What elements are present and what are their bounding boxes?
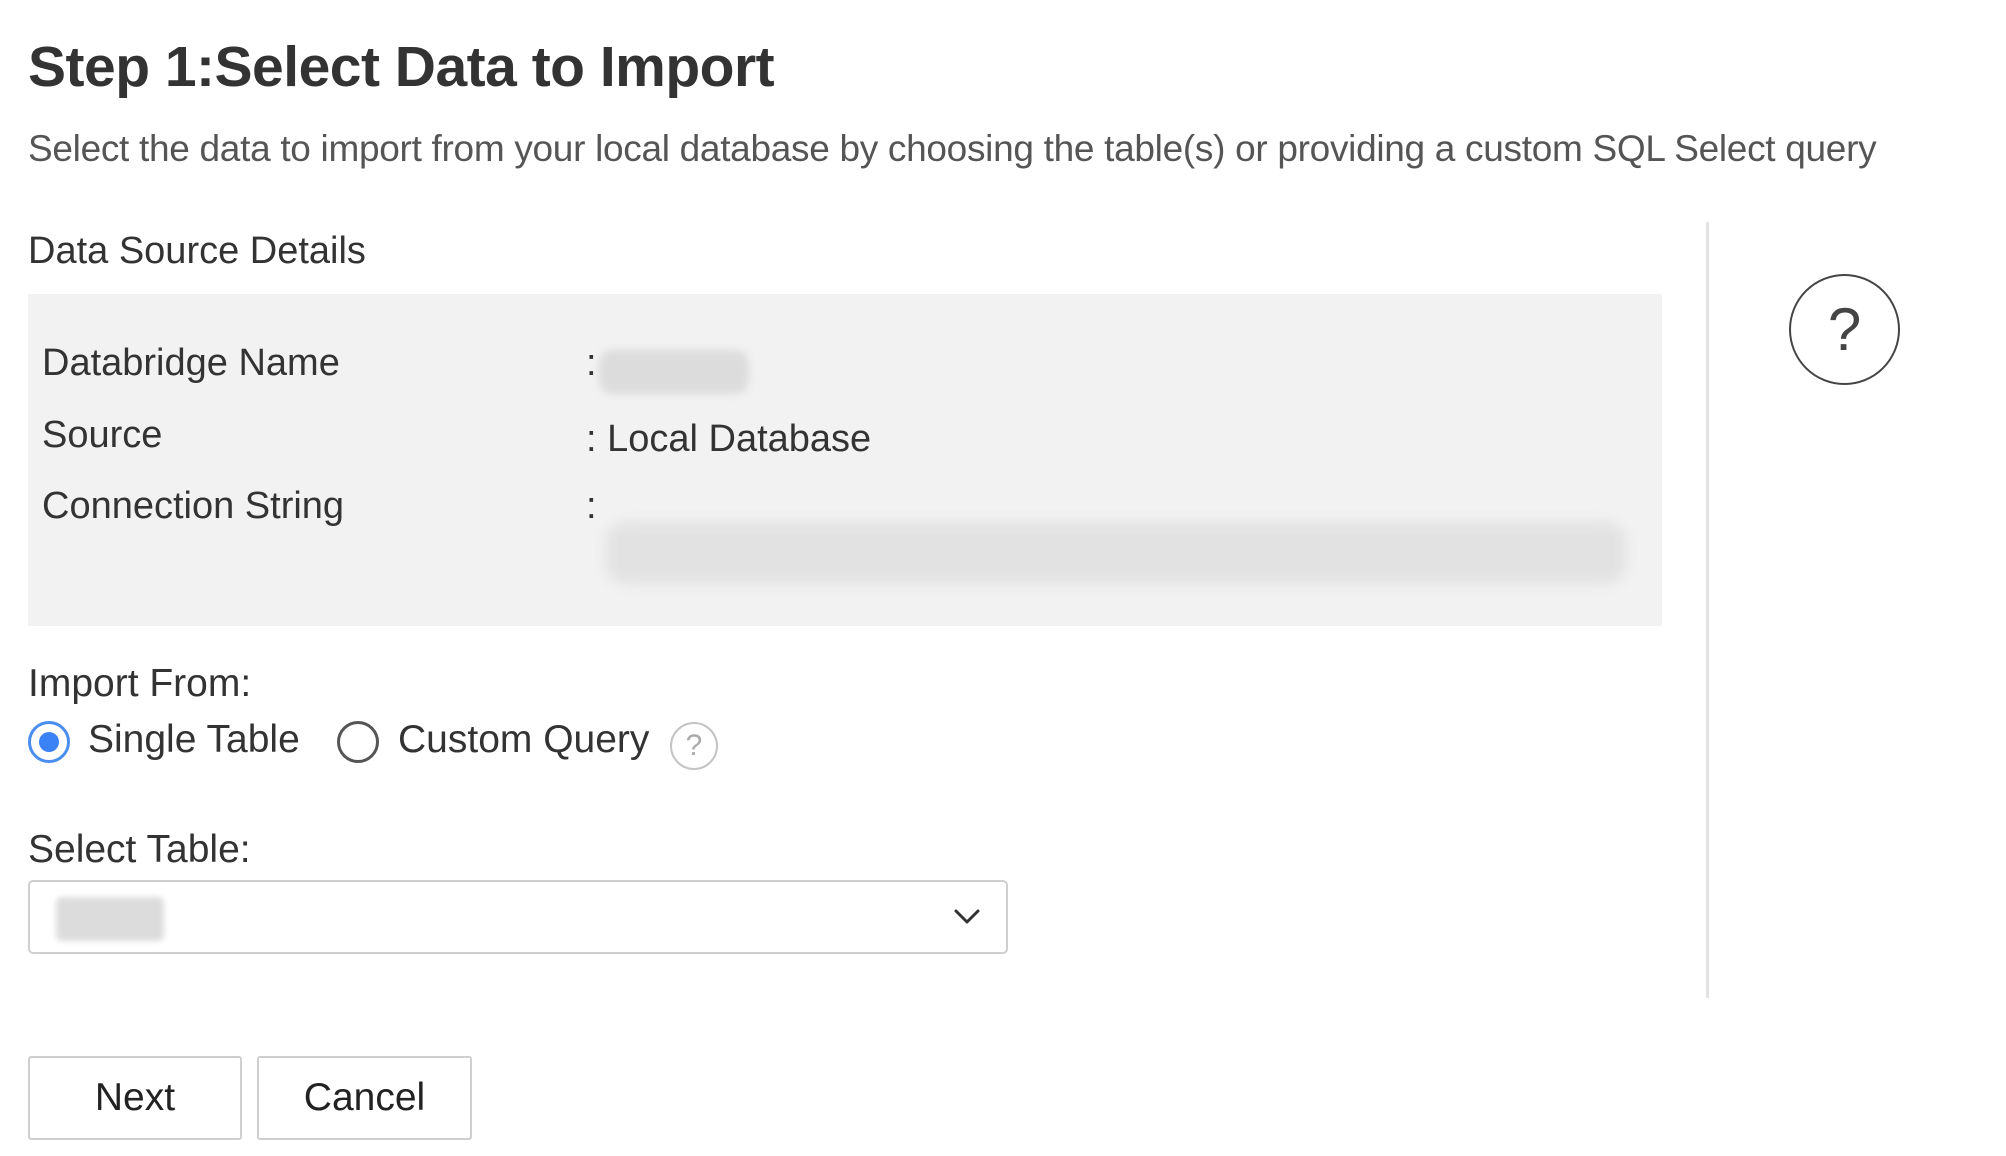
databridge-name-label: Databridge Name	[42, 342, 340, 384]
source-value: : Local Database	[586, 418, 872, 460]
vertical-divider	[1706, 222, 1709, 998]
select-table-label: Select Table:	[28, 828, 251, 871]
page-subtitle: Select the data to import from your loca…	[28, 128, 1877, 169]
next-button[interactable]: Next	[28, 1056, 242, 1140]
source-label: Source	[42, 414, 163, 456]
single-table-label[interactable]: Single Table	[88, 718, 300, 762]
connection-string-label: Connection String	[42, 485, 345, 527]
select-table-dropdown[interactable]	[28, 880, 1008, 954]
databridge-name-colon: :	[586, 342, 597, 384]
single-table-radio[interactable]	[28, 721, 70, 763]
custom-query-label[interactable]: Custom Query	[398, 718, 649, 762]
cancel-button[interactable]: Cancel	[257, 1056, 472, 1140]
import-from-label: Import From:	[28, 662, 252, 705]
details-row-source: Source : Local Database	[28, 414, 1662, 474]
page-title: Step 1:Select Data to Import	[28, 35, 775, 99]
custom-query-radio[interactable]	[337, 721, 379, 763]
connection-string-value-redacted	[606, 522, 1626, 584]
connection-string-colon: :	[586, 485, 597, 527]
help-icon[interactable]: ?	[1789, 274, 1900, 385]
custom-query-help-icon[interactable]: ?	[670, 722, 718, 770]
details-row-databridge-name: Databridge Name :	[28, 342, 1662, 402]
chevron-down-icon	[954, 909, 980, 924]
selected-table-value-redacted	[56, 897, 164, 941]
data-source-details-panel: Databridge Name : Source : Local Databas…	[28, 294, 1662, 626]
section-heading: Data Source Details	[28, 230, 366, 272]
databridge-name-value-redacted	[599, 350, 749, 394]
